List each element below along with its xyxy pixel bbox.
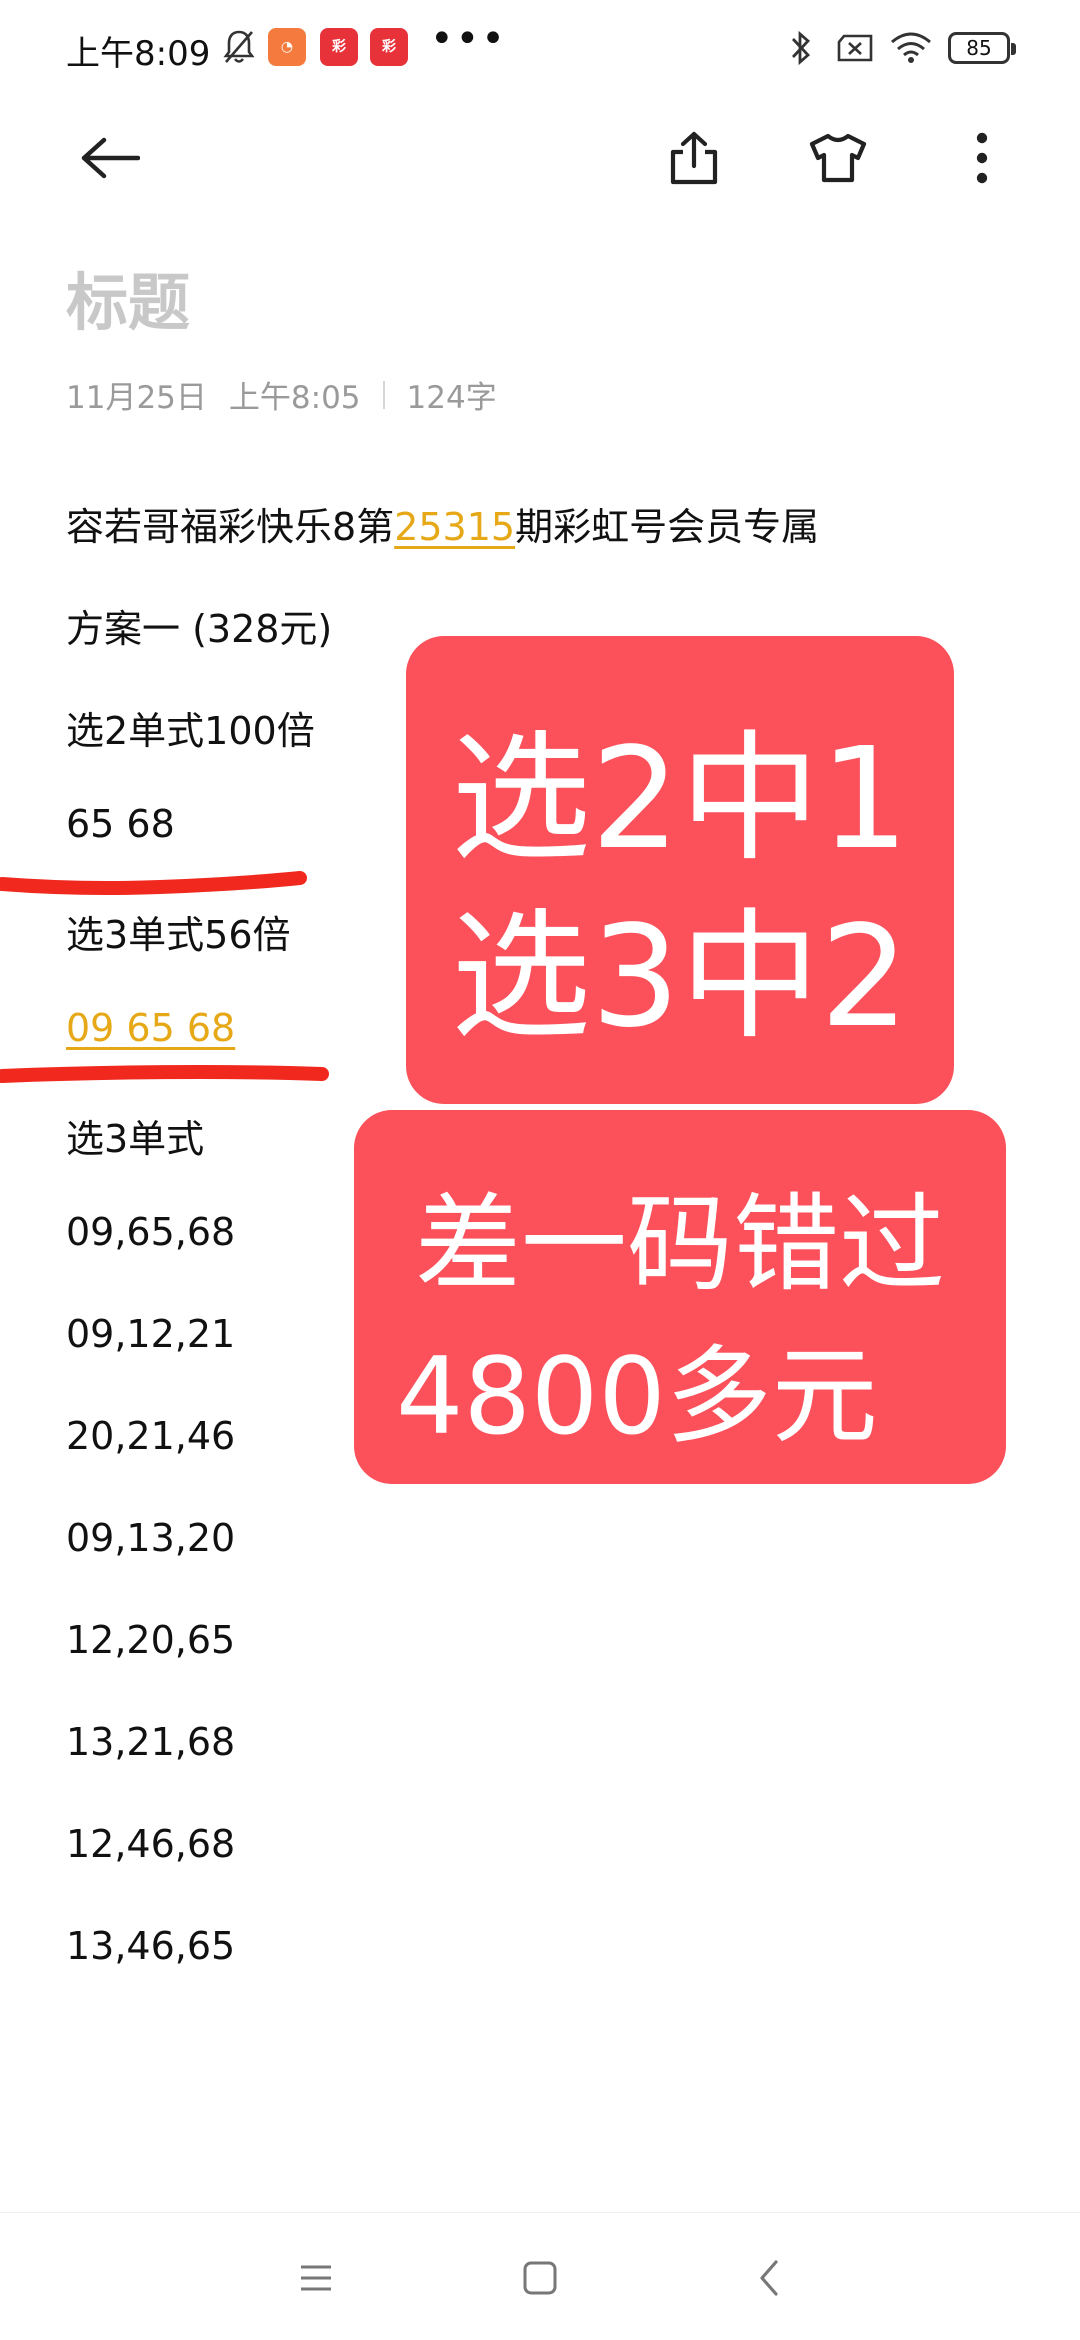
more-notifications-icon: ••• bbox=[430, 16, 507, 62]
status-bar: 上午8:09 ◔ 彩 彩 ••• 85 bbox=[0, 0, 1080, 100]
back-nav-button[interactable] bbox=[734, 2243, 804, 2313]
wifi-icon bbox=[891, 32, 931, 63]
note-line: 20,21,46 bbox=[66, 1414, 236, 1458]
theme-button[interactable] bbox=[790, 110, 886, 206]
status-time: 上午8:09 bbox=[66, 34, 211, 74]
note-line: 09,13,20 bbox=[66, 1516, 236, 1560]
note-line: 65 68 bbox=[66, 802, 175, 846]
note-date: 11月25日 bbox=[66, 380, 207, 416]
bluetooth-icon bbox=[791, 30, 811, 66]
badge-line-1: 选2中1 bbox=[450, 718, 910, 881]
system-nav-bar bbox=[0, 2212, 1080, 2340]
note-headline[interactable]: 容若哥福彩快乐8第25315期彩虹号会员专属 bbox=[66, 496, 819, 551]
red-app-icon: 彩 bbox=[320, 28, 358, 66]
red-underline-stroke bbox=[0, 1064, 329, 1083]
bell-off-icon bbox=[223, 30, 255, 63]
note-line-link[interactable]: 09 65 68 bbox=[66, 1006, 235, 1050]
menu-icon bbox=[301, 2265, 331, 2291]
menu-button[interactable] bbox=[281, 2243, 351, 2313]
note-line: 方案一 (328元) bbox=[66, 607, 333, 651]
badge-line-2: 选3中2 bbox=[450, 896, 910, 1059]
missed-prize-badge: 差一码错过 4800多元 bbox=[354, 1110, 1006, 1484]
sim-off-icon bbox=[837, 34, 873, 62]
note-line: 09,12,21 bbox=[66, 1312, 236, 1356]
issue-number-link[interactable]: 25315 bbox=[394, 505, 515, 549]
red-app-icon: 彩 bbox=[370, 28, 408, 66]
share-button[interactable] bbox=[646, 110, 742, 206]
orange-app-icon: ◔ bbox=[268, 28, 306, 66]
battery-icon: 85 bbox=[948, 32, 1016, 64]
note-line: 09,65,68 bbox=[66, 1210, 236, 1254]
note-word-count: 124字 bbox=[406, 380, 497, 416]
shirt-icon bbox=[809, 133, 867, 183]
chevron-left-icon bbox=[760, 2260, 778, 2296]
share-icon bbox=[670, 131, 718, 185]
red-underline-stroke bbox=[0, 871, 307, 895]
note-line: 选3单式 bbox=[66, 1117, 205, 1161]
arrow-left-icon bbox=[81, 137, 140, 179]
square-icon bbox=[523, 2261, 557, 2295]
note-time: 上午8:05 bbox=[228, 380, 361, 416]
more-vert-icon bbox=[976, 132, 988, 184]
badge-line-2: 4800多元 bbox=[396, 1335, 878, 1458]
win-summary-badge: 选2中1 选3中2 bbox=[406, 636, 954, 1104]
note-line: 12,20,65 bbox=[66, 1618, 236, 1662]
note-title[interactable]: 标题 bbox=[66, 252, 190, 342]
note-line: 12,46,68 bbox=[66, 1822, 236, 1866]
note-line: 13,46,65 bbox=[66, 1924, 236, 1968]
meta-divider bbox=[382, 380, 385, 409]
note-line: 选3单式56倍 bbox=[66, 913, 291, 957]
home-button[interactable] bbox=[505, 2243, 575, 2313]
more-options-button[interactable] bbox=[934, 110, 1030, 206]
back-button[interactable] bbox=[62, 110, 158, 206]
note-meta: 11月25日 上午8:05 124字 bbox=[66, 372, 497, 417]
note-line: 选2单式100倍 bbox=[66, 709, 315, 753]
toolbar bbox=[0, 110, 1080, 210]
headline-suffix: 期彩虹号会员专属 bbox=[515, 505, 820, 549]
headline-prefix: 容若哥福彩快乐8第 bbox=[66, 505, 395, 549]
badge-line-1: 差一码错过 bbox=[415, 1183, 945, 1306]
note-line: 13,21,68 bbox=[66, 1720, 236, 1764]
